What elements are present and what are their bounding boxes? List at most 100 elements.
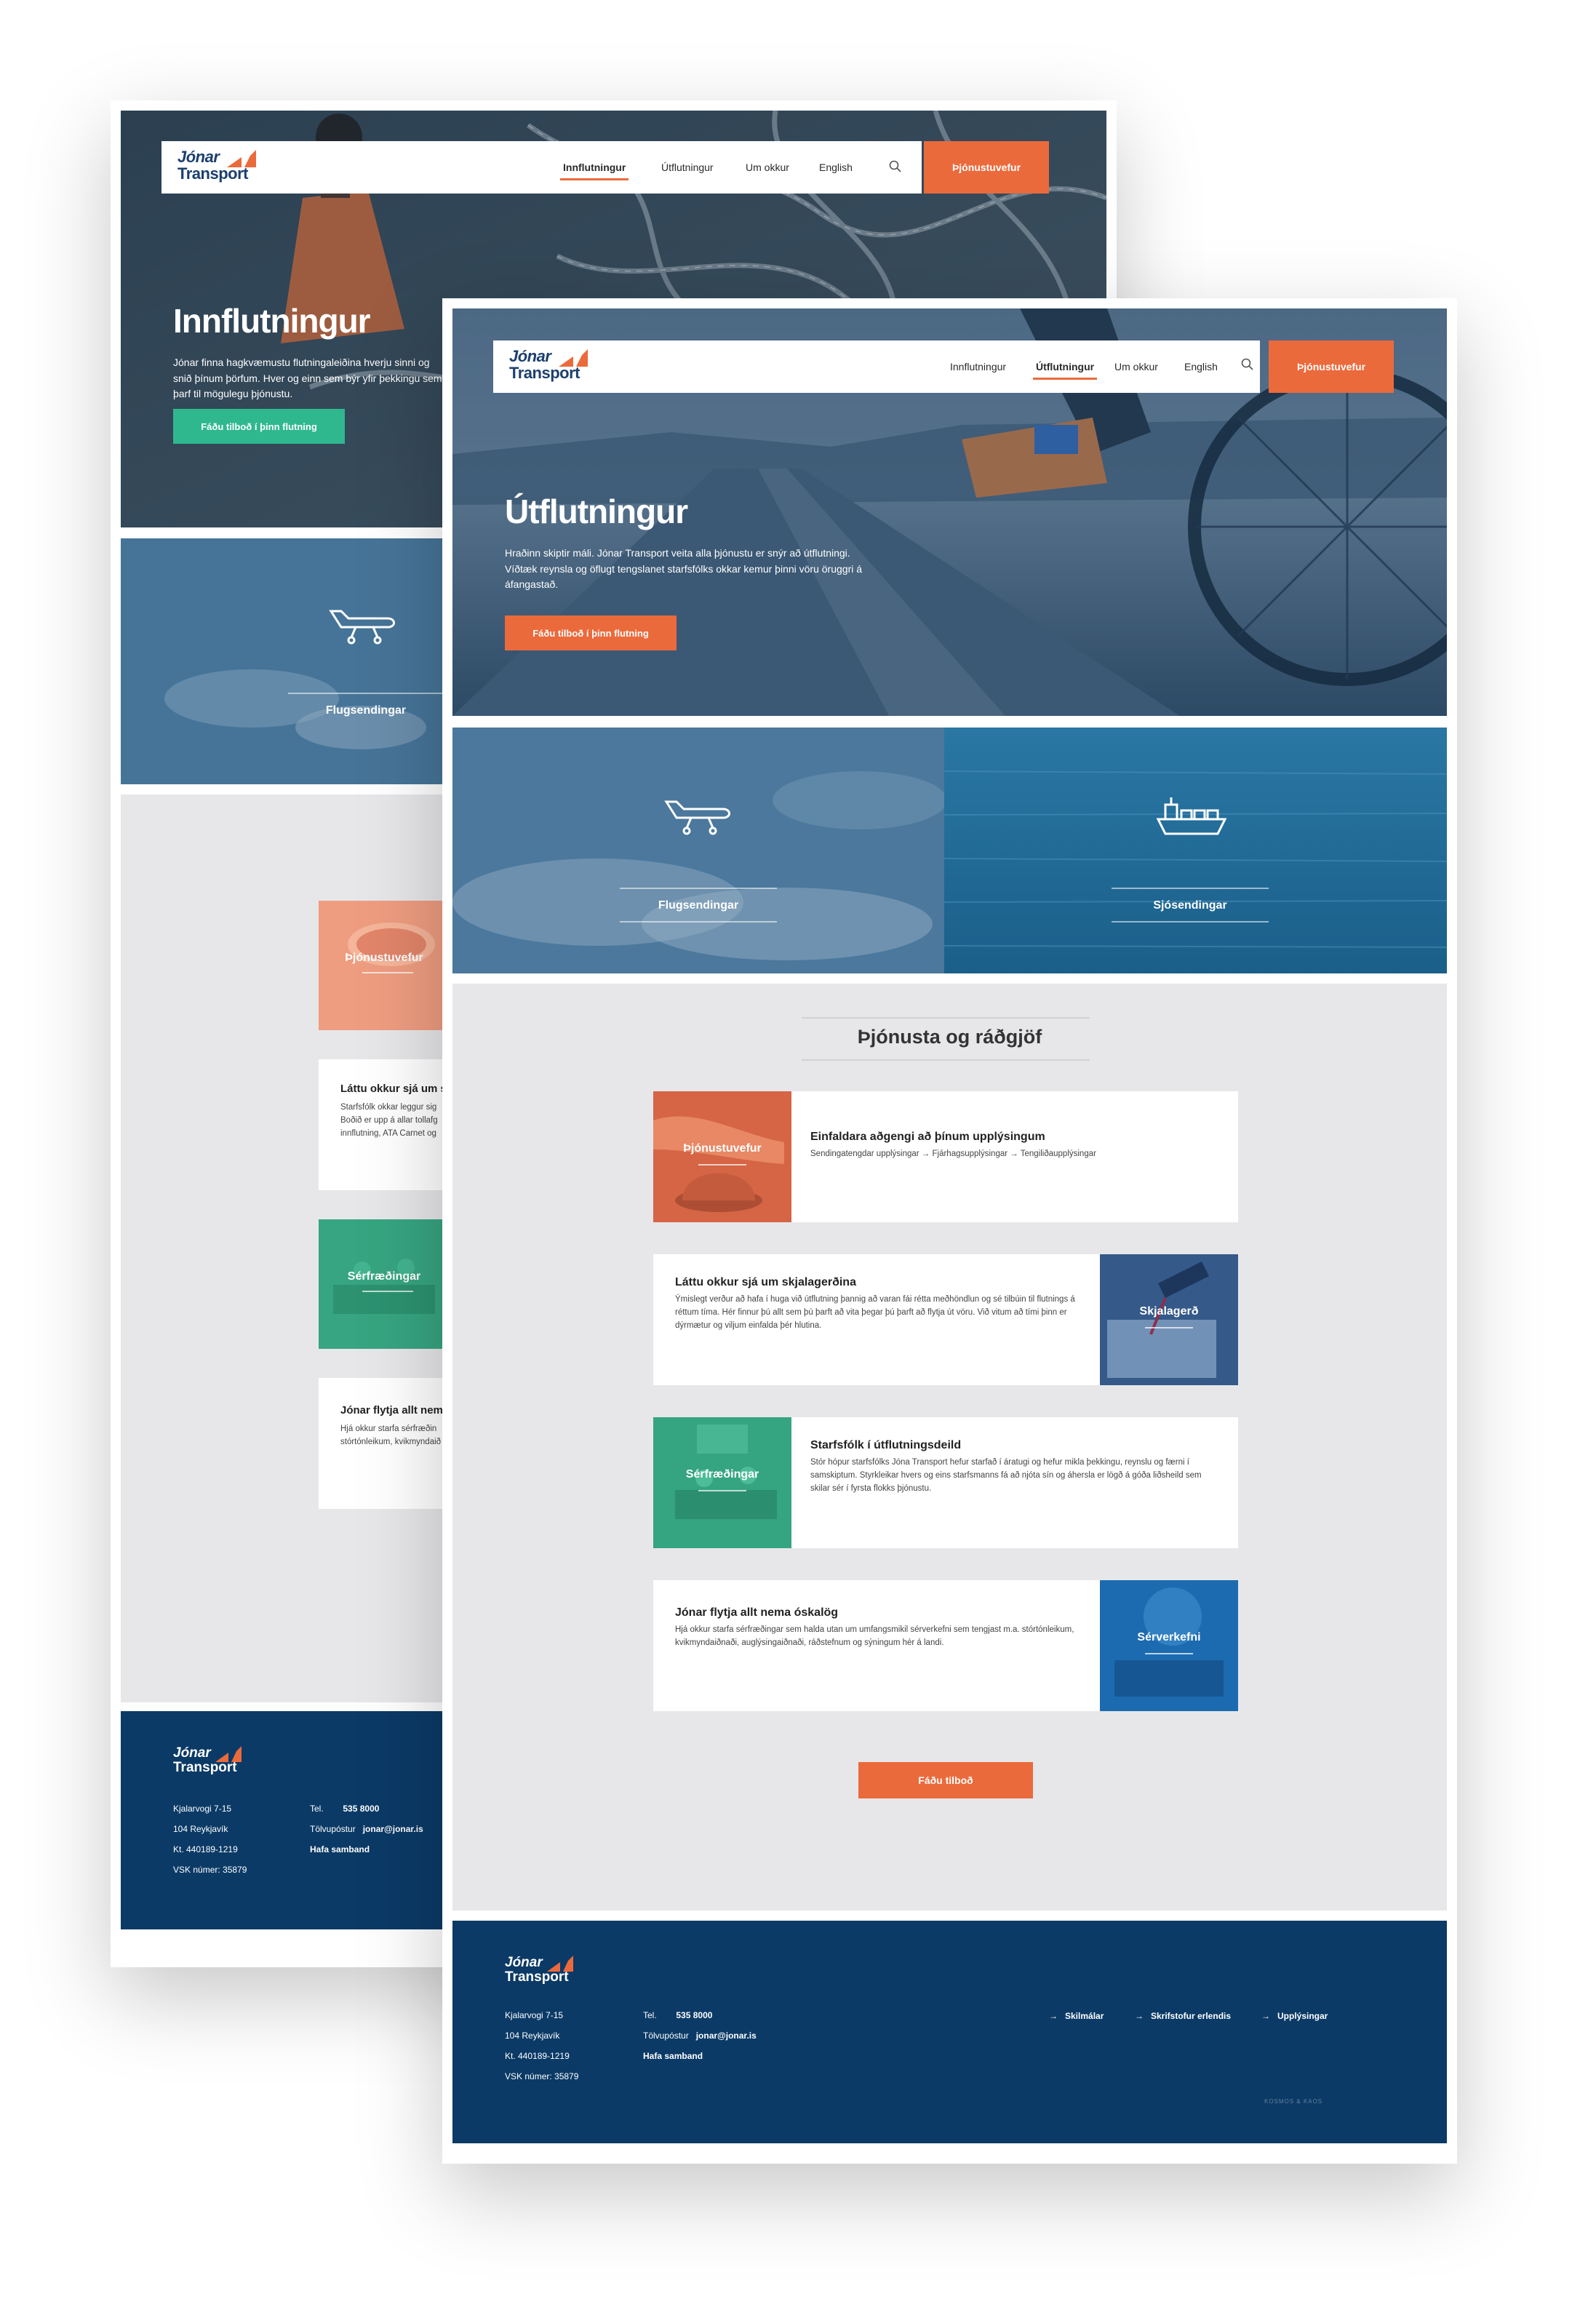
card-text: Hjá okkur starfa sérfræðin stórtónleikum… bbox=[340, 1425, 442, 1446]
get-quote-button[interactable]: Fáðu tilboð bbox=[858, 1762, 1033, 1798]
back-nav-utflutningur[interactable]: Útflutningur bbox=[661, 162, 714, 173]
tel-label: Tel. bbox=[310, 1804, 324, 1814]
logo-mark-icon bbox=[559, 349, 588, 367]
front-nav-bar: Jónar Transport Innflutningur Útflutning… bbox=[493, 340, 1260, 393]
email-value[interactable]: jonar@jonar.is bbox=[363, 1824, 423, 1834]
email-value[interactable]: jonar@jonar.is bbox=[696, 2031, 757, 2041]
contact-link[interactable]: Hafa samband bbox=[643, 2051, 703, 2061]
footer-logo: Jónar Transport bbox=[173, 1746, 242, 1775]
arrow-right-icon: → bbox=[1261, 2011, 1270, 2021]
tel-value[interactable]: 535 8000 bbox=[676, 2010, 712, 2020]
back-card-serfraedingar[interactable]: Sérfræðingar bbox=[319, 1219, 450, 1349]
arrow-right-icon: → bbox=[1135, 2011, 1144, 2021]
card-title: Einfaldara aðgengi að þínum upplýsingum bbox=[810, 1131, 1045, 1143]
front-service-section: Þjónusta og ráðgjöf Þjónustuvefur Einfal… bbox=[452, 984, 1447, 1910]
tile-divider bbox=[620, 921, 777, 923]
tel-value[interactable]: 535 8000 bbox=[343, 1804, 379, 1814]
front-tile-flugsendingar[interactable]: Flugsendingar bbox=[452, 728, 944, 973]
tile-divider bbox=[1112, 888, 1269, 889]
card-image-divider bbox=[362, 972, 413, 973]
front-tile-label-sjo: Sjósendingar bbox=[1153, 899, 1227, 912]
footer-vsk: VSK númer: 35879 bbox=[173, 1865, 247, 1875]
card-image-divider bbox=[1145, 1327, 1193, 1328]
front-nav-english[interactable]: English bbox=[1184, 361, 1218, 372]
card-image: Sérfræðingar bbox=[653, 1417, 791, 1548]
search-icon[interactable] bbox=[1241, 358, 1254, 371]
footer-kt: Kt. 440189-1219 bbox=[173, 1844, 238, 1854]
coffee-cup-image bbox=[319, 901, 450, 1030]
front-nav-um-okkur[interactable]: Um okkur bbox=[1114, 361, 1158, 372]
front-hero-title: Útflutningur bbox=[505, 493, 688, 530]
back-nav-english[interactable]: English bbox=[819, 162, 853, 173]
back-nav-um-okkur[interactable]: Um okkur bbox=[746, 162, 789, 173]
card-serfraedingar[interactable]: Sérfræðingar Starfsfólk í útflutningsdei… bbox=[653, 1417, 1238, 1548]
logo-mark-icon bbox=[227, 150, 256, 167]
back-card-thjonustuvefur[interactable]: Þjónustuvefur bbox=[319, 901, 450, 1030]
card-skjalagerd[interactable]: Láttu okkur sjá um skjalagerðina Ýmisleg… bbox=[653, 1254, 1238, 1385]
footer-link-label: Skilmálar bbox=[1065, 2011, 1104, 2021]
card-title: Jónar flytja allt nema óskalög bbox=[675, 1606, 839, 1619]
concert-image bbox=[1100, 1580, 1238, 1711]
back-nav-innflutningur[interactable]: Innflutningur bbox=[559, 162, 629, 180]
front-nav-innflutningur[interactable]: Innflutningur bbox=[950, 361, 1006, 372]
card-image-label: Sérverkefni bbox=[1137, 1631, 1201, 1643]
back-card-skjalagerd: Láttu okkur sjá um s Starfsfólk okkar le… bbox=[319, 1059, 450, 1190]
contact-link[interactable]: Hafa samband bbox=[310, 1844, 370, 1854]
front-logo[interactable]: Jónar Transport bbox=[509, 348, 588, 381]
card-image-label: Þjónustuvefur bbox=[345, 952, 423, 964]
footer-link-skilmalar[interactable]: → Skilmálar bbox=[1049, 2011, 1104, 2021]
logo-mark-icon bbox=[547, 1956, 573, 1972]
footer-link-upplysingar[interactable]: → Upplýsingar bbox=[1261, 2011, 1328, 2021]
card-text: Starfsfólk okkar leggur sig Boðið er upp… bbox=[340, 1103, 438, 1138]
front-hero-quote-button[interactable]: Fáðu tilboð í þinn flutning bbox=[505, 615, 677, 650]
card-title: Láttu okkur sjá um s bbox=[340, 1083, 447, 1095]
footer-link-label: Upplýsingar bbox=[1277, 2011, 1328, 2021]
front-hero-text: Hraðinn skiptir máli. Jónar Transport ve… bbox=[505, 547, 863, 591]
back-nav-thjonustuvefur-button[interactable]: Þjónustuvefur bbox=[924, 141, 1049, 194]
search-icon[interactable] bbox=[889, 160, 902, 173]
back-logo[interactable]: Jónar Transport bbox=[177, 148, 256, 182]
footer-kt: Kt. 440189-1219 bbox=[505, 2051, 570, 2061]
back-hero-title: Innflutningur bbox=[173, 302, 371, 340]
footer-logo: Jónar Transport bbox=[505, 1956, 573, 1985]
back-hero-quote-button[interactable]: Fáðu tilboð í þinn flutning bbox=[173, 409, 345, 444]
logo-mark-icon bbox=[215, 1746, 242, 1762]
back-hero-text: Jónar finna hagkvæmustu flutningaleiðina… bbox=[173, 356, 442, 400]
section-title: Þjónusta og ráðgjöf bbox=[857, 1026, 1042, 1048]
footer-address2: 104 Reykjavík bbox=[173, 1824, 228, 1834]
email-label: Tölvupóstur bbox=[643, 2031, 689, 2041]
sky-image bbox=[452, 728, 944, 973]
arrow-right-icon: → bbox=[1049, 2011, 1058, 2021]
tile-divider bbox=[1112, 921, 1269, 923]
footer-address: Kjalarvogi 7-15 104 Reykjavík Kt. 440189… bbox=[173, 1798, 247, 1880]
card-text: Ýmislegt verður að hafa í huga við útflu… bbox=[675, 1295, 1075, 1330]
tile-divider bbox=[288, 693, 444, 694]
footer-link-label: Skrifstofur erlendis bbox=[1151, 2011, 1232, 2021]
footer-credit: KOSMOS & KAOS bbox=[1264, 2098, 1323, 2105]
airplane-icon bbox=[664, 800, 730, 835]
front-page-mockup: Jónar Transport Innflutningur Útflutning… bbox=[442, 298, 1457, 2164]
office-meeting-image bbox=[653, 1417, 791, 1548]
front-nav-utflutningur[interactable]: Útflutningur bbox=[1032, 361, 1098, 380]
back-card-serverkefni: Jónar flytja allt nema Hjá okkur starfa … bbox=[319, 1378, 450, 1509]
sky-image bbox=[121, 538, 444, 784]
front-page-content: Jónar Transport Innflutningur Útflutning… bbox=[452, 308, 1447, 2153]
card-text: Stór hópur starfsfólks Jóna Transport he… bbox=[810, 1458, 1202, 1493]
card-thjonustuvefur[interactable]: Þjónustuvefur Einfaldara aðgengi að þínu… bbox=[653, 1091, 1238, 1222]
footer-vsk: VSK númer: 35879 bbox=[505, 2071, 579, 2081]
front-footer: Jónar Transport Kjalarvogi 7-15 104 Reyk… bbox=[452, 1921, 1447, 2143]
footer-link-skrifstofur[interactable]: → Skrifstofur erlendis bbox=[1135, 2011, 1231, 2021]
card-image-divider bbox=[698, 1164, 746, 1166]
footer-contact: Tel. 535 8000 Tölvupóstur jonar@jonar.is… bbox=[643, 2005, 757, 2066]
card-image-divider bbox=[1145, 1653, 1193, 1654]
card-image-divider bbox=[698, 1490, 746, 1491]
footer-address1: Kjalarvogi 7-15 bbox=[173, 1804, 232, 1814]
card-image: Skjalagerð bbox=[1100, 1254, 1238, 1385]
back-tile-flugsendingar[interactable]: Flugsendingar bbox=[121, 538, 444, 784]
front-hero: Jónar Transport Innflutningur Útflutning… bbox=[452, 308, 1447, 716]
card-title: Láttu okkur sjá um skjalagerðina bbox=[675, 1276, 856, 1288]
card-serverkefni[interactable]: Jónar flytja allt nema óskalög Hjá okkur… bbox=[653, 1580, 1238, 1711]
front-nav-thjonustuvefur-button[interactable]: Þjónustuvefur bbox=[1269, 340, 1394, 393]
front-tile-sjosendingar[interactable]: Sjósendingar bbox=[944, 728, 1447, 973]
footer-address2: 104 Reykjavík bbox=[505, 2031, 560, 2041]
